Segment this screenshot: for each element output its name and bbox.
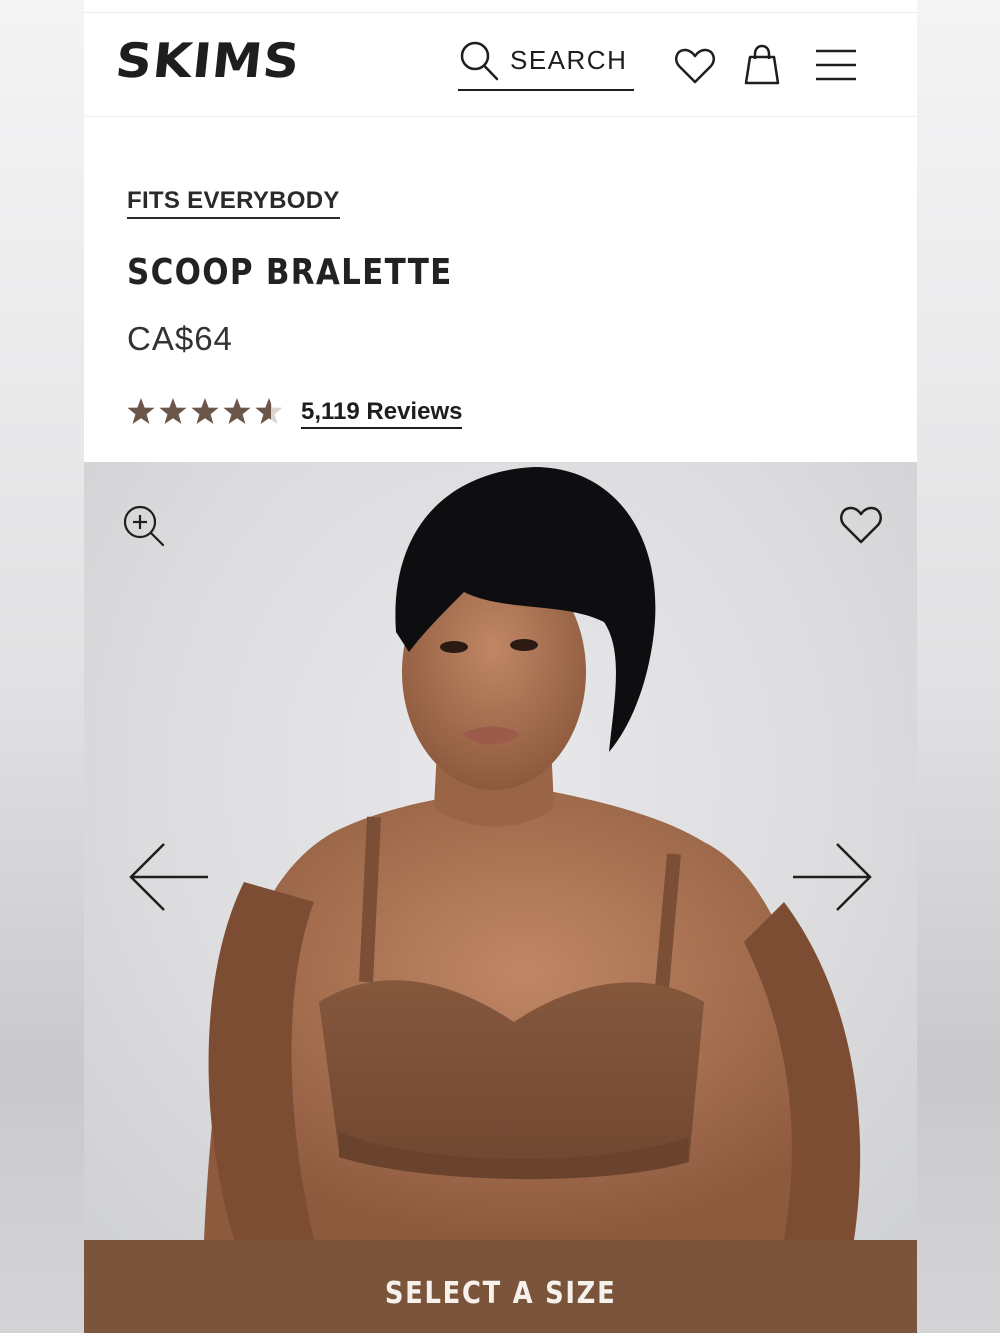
search-icon (460, 41, 499, 81)
arrow-right-icon[interactable] (791, 842, 873, 912)
arrow-left-icon[interactable] (128, 842, 210, 912)
star-icon (223, 398, 251, 424)
star-icon (127, 398, 155, 424)
product-image-gallery[interactable] (84, 462, 917, 1240)
collection-link[interactable]: FITS EVERYBODY (127, 187, 340, 219)
wishlist-heart-icon[interactable] (839, 504, 883, 546)
page-backdrop-right (917, 0, 1000, 1333)
site-header: SKIMS SEARCH (84, 13, 917, 117)
menu-icon[interactable] (814, 48, 858, 82)
half-star-icon (255, 398, 283, 424)
product-price: CA$64 (127, 320, 233, 357)
select-size-label: SELECT A SIZE (384, 1276, 617, 1311)
search-field[interactable]: SEARCH (458, 37, 634, 91)
skims-logo[interactable]: SKIMS (113, 33, 303, 90)
search-label: SEARCH (510, 45, 628, 75)
product-title: SCOOP BRALETTE (127, 252, 453, 293)
reviews-link[interactable]: 5,119 Reviews (301, 398, 463, 429)
mobile-viewport: SKIMS SEARCH FITS EVERYBODY SCOOP BRALET… (84, 0, 917, 1333)
page-backdrop-left (0, 0, 84, 1333)
rating-stars[interactable] (126, 394, 286, 428)
star-icon (159, 398, 187, 424)
zoom-in-icon[interactable] (122, 504, 166, 548)
select-size-button[interactable]: SELECT A SIZE (84, 1240, 917, 1333)
star-icon (191, 398, 219, 424)
heart-icon[interactable] (674, 46, 716, 86)
bag-icon[interactable] (742, 43, 782, 87)
